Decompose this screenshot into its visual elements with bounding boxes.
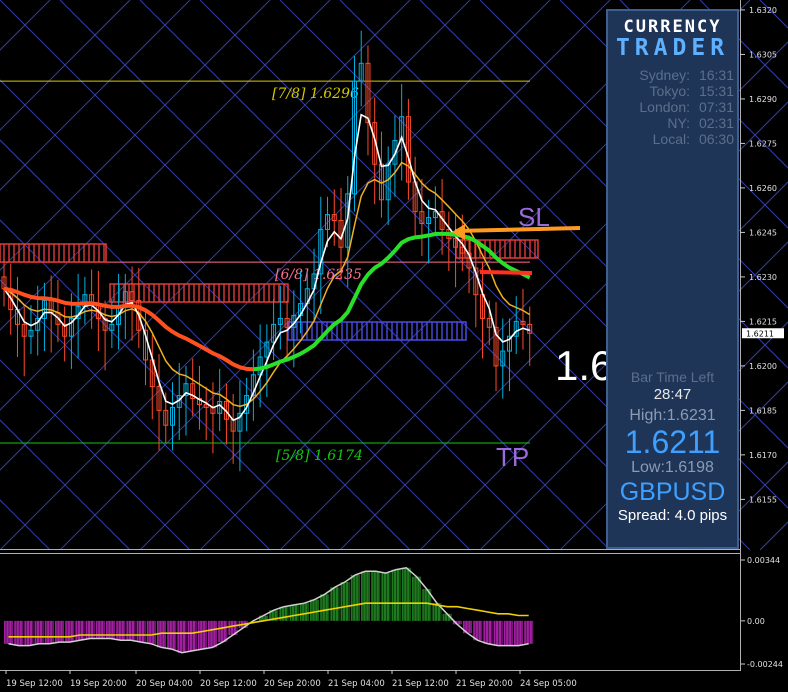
sl-label: SL — [518, 202, 550, 232]
channel-line-up — [0, 0, 471, 471]
channel-line-down — [0, 419, 131, 551]
time-axis: 19 Sep 12:00 19 Sep 20:00 20 Sep 04:00 20 S… — [5, 670, 577, 689]
price-tick-label: 1.6200 — [749, 362, 777, 371]
oscillator-pane: 0.00344 0.00 -0.00244 — [4, 556, 783, 669]
time-tick-label: 20 Sep 04:00 — [136, 679, 193, 689]
oscillator-tick-label: 0.00344 — [747, 556, 780, 565]
price-tick-label: 1.6245 — [749, 228, 777, 237]
channel-line-down — [0, 499, 51, 551]
zone-boxes — [0, 239, 539, 341]
oscillator-tick-label: -0.00244 — [747, 660, 783, 669]
zone-box — [0, 243, 107, 263]
session-sydney: Sydney: 16:31 — [639, 67, 734, 83]
tp-line — [479, 270, 533, 275]
oscillator-tick-label: 0.00 — [747, 617, 765, 626]
price-tick-label: 1.6230 — [749, 273, 777, 282]
price-axis: 1.6320 1.6305 1.6290 1.6275 1.6260 1.6245 1.62… — [740, 6, 784, 504]
oscillator-outline — [8, 566, 529, 654]
price-tick-label: 1.6275 — [749, 139, 777, 148]
time-tick-label: 20 Sep 20:00 — [264, 679, 321, 689]
murrey-level-label: [5/8] 1.6174 — [276, 448, 363, 464]
currency-trader-panel: CURRENCY TRADER Sydney: 16:31 Tokyo: 15:31… — [606, 9, 739, 549]
time-tick-label: 21 Sep 20:00 — [456, 679, 513, 689]
symbol-name: GBPUSD — [619, 478, 726, 506]
session-london: London: 07:31 — [639, 99, 734, 115]
time-tick-label: 21 Sep 04:00 — [328, 679, 385, 689]
price-tick-label: 1.6170 — [749, 451, 777, 460]
time-tick-label: 19 Sep 12:00 — [6, 679, 63, 689]
price-tick-label: 1.6215 — [749, 317, 777, 326]
candlesticks — [1, 30, 533, 472]
time-tick-label: 19 Sep 20:00 — [70, 679, 127, 689]
tp-label: TP — [496, 442, 529, 472]
price-tick-label: 1.6320 — [749, 6, 777, 15]
big-price-text: 1.6 — [555, 342, 613, 389]
channel-line-up — [0, 0, 191, 191]
panel-quote: Bar Time Left 28:47 High:1.6231 1.6211 L… — [608, 369, 737, 524]
price-tick-label: 1.6290 — [749, 95, 777, 104]
session-ny: NY: 02:31 — [667, 115, 734, 131]
sl-arrow-icon — [452, 224, 465, 240]
panel-title-trader: TRADER — [615, 35, 730, 61]
time-tick-label: 20 Sep 12:00 — [200, 679, 257, 689]
low-price: Low:1.6198 — [631, 459, 714, 476]
channel-line-up — [0, 0, 131, 131]
high-price: High:1.6231 — [629, 407, 716, 424]
current-price: 1.6211 — [624, 424, 721, 460]
channel-line-down — [0, 359, 191, 551]
channel-line-down — [0, 79, 471, 551]
bar-time-left-label: Bar Time Left — [630, 369, 715, 385]
price-tick-label: 1.6305 — [749, 50, 777, 59]
session-local: Local: 06:30 — [652, 131, 734, 147]
session-clocks: Sydney: 16:31 Tokyo: 15:31 London: 07:31 NY… — [608, 67, 737, 147]
time-tick-label: 24 Sep 05:00 — [520, 679, 577, 689]
price-tick-label: 1.6185 — [749, 406, 777, 415]
panel-title-currency: CURRENCY — [623, 17, 722, 37]
current-price-tag-label: 1.6211 — [746, 329, 774, 338]
channel-line-up — [0, 0, 51, 51]
murrey-level-label: [7/8] 1.6296 — [272, 86, 359, 102]
session-tokyo: Tokyo: 15:31 — [649, 83, 734, 99]
murrey-math-levels: [7/8] 1.6296[6/8] 1.6235[5/8] 1.6174 — [0, 80, 530, 464]
price-tick-label: 1.6260 — [749, 184, 777, 193]
bar-time-left-value: 28:47 — [653, 386, 692, 403]
time-tick-label: 21 Sep 12:00 — [392, 679, 449, 689]
price-tick-label: 1.6155 — [749, 495, 777, 504]
spread-value: Spread: 4.0 pips — [617, 507, 728, 524]
